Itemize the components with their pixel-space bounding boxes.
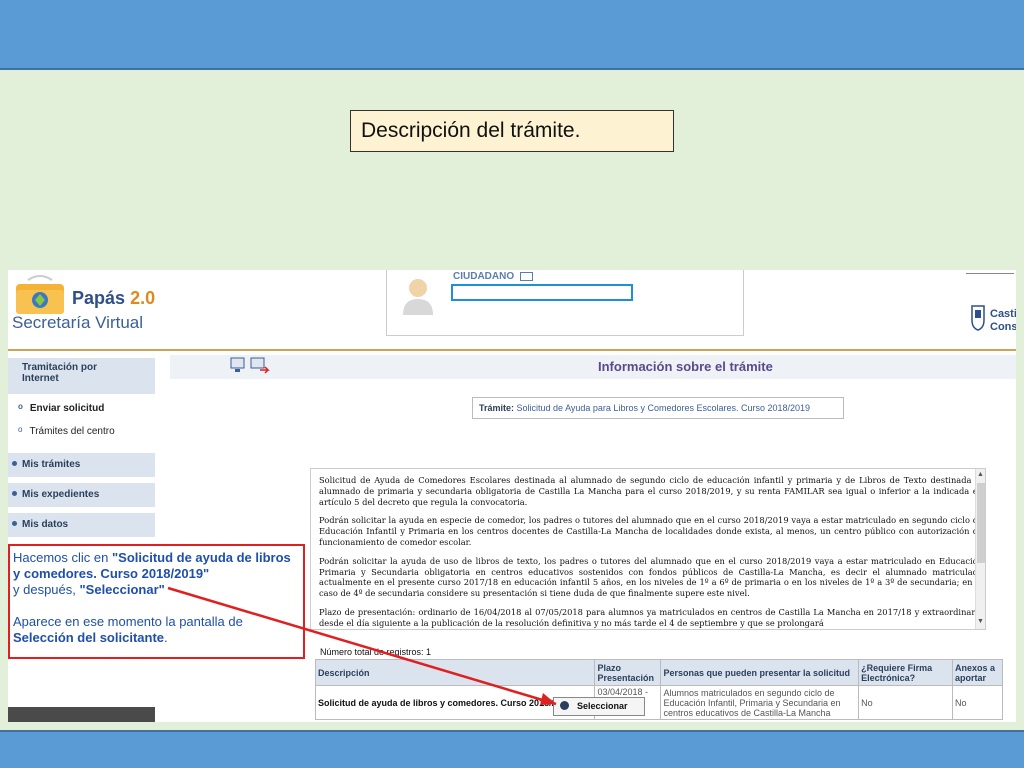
- annotation-box: Hacemos clic en "Solicitud de ayuda de l…: [8, 544, 305, 659]
- user-panel: CIUDADANO: [386, 270, 744, 336]
- description-text: Solicitud de Ayuda de Comedores Escolare…: [319, 475, 983, 628]
- folder-logo-icon: [16, 275, 64, 314]
- sidebar-footer: [8, 707, 155, 722]
- scroll-up-icon[interactable]: ▲: [977, 471, 984, 478]
- page-title: Información sobre el trámite: [598, 359, 773, 374]
- sidebar-item-mis-expedientes[interactable]: Mis expedientes: [8, 483, 155, 507]
- description-panel: Solicitud de Ayuda de Comedores Escolare…: [310, 468, 986, 630]
- sidebar-item-enviar-solicitud[interactable]: o Enviar solicitud: [18, 402, 104, 414]
- slide-bottom-bar: [0, 730, 1024, 768]
- results-table: Descripción Plazo Presentación Personas …: [314, 659, 1003, 720]
- tramite-info: Trámite: Solicitud de Ayuda para Libros …: [472, 397, 844, 419]
- column-header: Plazo Presentación: [594, 659, 662, 686]
- monitor-exit-icon[interactable]: [250, 357, 270, 374]
- column-header: Personas que pueden presentar la solicit…: [660, 659, 860, 686]
- id-card-icon: [520, 272, 533, 281]
- region-shield-icon: [971, 305, 985, 331]
- slide-title: Descripción del trámite.: [350, 110, 674, 152]
- row-anexos: No: [952, 685, 1003, 720]
- header-divider: [8, 349, 1016, 351]
- app-subtitle: Secretaría Virtual: [12, 313, 144, 332]
- avatar: [403, 279, 433, 315]
- annotation-step-3: Aparece en ese momento la pantalla de Se…: [13, 614, 243, 645]
- description-scrollbar[interactable]: ▲ ▼: [975, 469, 985, 629]
- language-select[interactable]: [966, 270, 1014, 274]
- app-name: Papás 2.0: [72, 288, 156, 308]
- select-button[interactable]: Seleccionar: [553, 697, 645, 716]
- sidebar-section-tramitacion[interactable]: Tramitación por Internet: [8, 358, 155, 394]
- main-title-bar: [170, 355, 1016, 379]
- sidebar-item-tramites-centro[interactable]: o Trámites del centro: [18, 425, 115, 437]
- screen-icons: [230, 357, 270, 374]
- record-count: Número total de registros: 1: [320, 647, 432, 657]
- table-header-row: Descripción Plazo Presentación Personas …: [314, 659, 1003, 686]
- bullet-icon: [12, 491, 17, 496]
- slide-top-bar: [0, 0, 1024, 70]
- column-header: Descripción: [314, 659, 596, 686]
- row-personas: Alumnos matriculados en segundo ciclo de…: [660, 685, 860, 720]
- monitor-icon[interactable]: [230, 357, 245, 372]
- annotation-step-2: y después, "Seleccionar": [13, 582, 165, 597]
- sidebar-item-mis-tramites[interactable]: Mis trámites: [8, 453, 155, 477]
- column-header: ¿Requiere Firma Electrónica?: [858, 659, 953, 686]
- bullet-icon: [12, 461, 17, 466]
- sidebar-item-mis-datos[interactable]: Mis datos: [8, 513, 155, 537]
- table-row[interactable]: Solicitud de ayuda de libros y comedores…: [314, 685, 1003, 720]
- citizen-label: CIUDADANO: [453, 271, 515, 282]
- citizen-name-field: [451, 284, 633, 301]
- annotation-step-1: Hacemos clic en "Solicitud de ayuda de l…: [13, 550, 291, 581]
- region-name: Castil Conse: [990, 308, 1016, 333]
- column-header: Anexos a aportar: [952, 659, 1003, 686]
- bullet-icon: [12, 521, 17, 526]
- scroll-thumb[interactable]: [977, 483, 985, 563]
- row-firma: No: [858, 685, 953, 720]
- select-icon: [560, 701, 569, 710]
- scroll-down-icon[interactable]: ▼: [977, 618, 984, 625]
